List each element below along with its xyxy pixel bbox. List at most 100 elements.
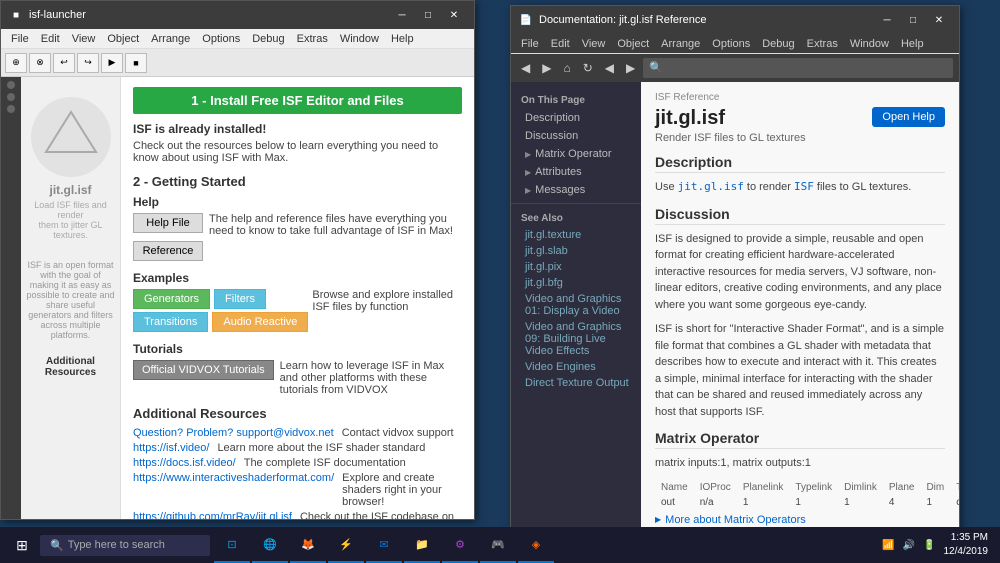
audio-reactive-button[interactable]: Audio Reactive	[212, 312, 308, 332]
doc-menu-edit[interactable]: Edit	[545, 36, 576, 52]
official-tutorials-button[interactable]: Official VIDVOX Tutorials	[133, 360, 274, 380]
doc-menu-debug[interactable]: Debug	[756, 36, 800, 52]
sidebar-discussion[interactable]: Discussion	[511, 127, 641, 145]
menu-arrange[interactable]: Arrange	[145, 31, 196, 47]
link-isf-format[interactable]: https://www.interactiveshaderformat.com/	[133, 472, 334, 508]
see-also-label: See Also	[511, 210, 641, 227]
see-also-jit-gl-slab[interactable]: jit.gl.slab	[511, 243, 641, 259]
see-also-video-graphics-09[interactable]: Video and Graphics 09: Building Live Vid…	[511, 319, 641, 359]
doc-refresh-button[interactable]: ↻	[579, 61, 597, 75]
taskbar-app-browser[interactable]: 🌐	[252, 527, 288, 563]
generators-button[interactable]: Generators	[133, 289, 210, 309]
doc-menu-extras[interactable]: Extras	[801, 36, 844, 52]
more-about-matrix-link[interactable]: More about Matrix Operators	[655, 514, 945, 526]
taskbar-date: 12/4/2019	[944, 545, 989, 559]
doc-home-button[interactable]: ⌂	[559, 61, 574, 75]
doc-toolbar: ◀ ▶ ⌂ ↻ ◀ ▶	[511, 54, 959, 82]
filters-button[interactable]: Filters	[214, 289, 266, 309]
doc-titlebar: 📄 Documentation: jit.gl.isf Reference ─ …	[511, 6, 959, 34]
cell-planelink: 1	[737, 495, 790, 510]
taskbar-app-bookmark[interactable]: ⚙	[442, 527, 478, 563]
doc-menu-help[interactable]: Help	[895, 36, 930, 52]
doc-close-button[interactable]: ✕	[927, 10, 951, 30]
link-github[interactable]: https://github.com/mrRay/jit.gl.isf	[133, 511, 292, 519]
doc-menu-object[interactable]: Object	[611, 36, 655, 52]
search-icon: 🔍	[50, 539, 64, 552]
taskbar-app-firefox[interactable]: 🦊	[290, 527, 326, 563]
taskbar-app-explorer[interactable]: ⊡	[214, 527, 250, 563]
additional-resources-section: Additional Resources Question? Problem? …	[133, 406, 462, 519]
menu-object[interactable]: Object	[101, 31, 145, 47]
help-file-button[interactable]: Help File	[133, 213, 203, 233]
doc-forward-button[interactable]: ▶	[538, 61, 555, 75]
taskbar-app-bolt[interactable]: ⚡	[328, 527, 364, 563]
taskbar-app-game[interactable]: 🎮	[480, 527, 516, 563]
menu-options[interactable]: Options	[196, 31, 246, 47]
reference-button[interactable]: Reference	[133, 241, 203, 261]
close-button[interactable]: ✕	[442, 5, 466, 25]
toolbar-btn-3[interactable]: ↩	[53, 53, 75, 73]
sidebar-matrix[interactable]: Matrix Operator	[511, 145, 641, 163]
minimize-button[interactable]: ─	[390, 5, 414, 25]
taskbar-app-folder[interactable]: 📁	[404, 527, 440, 563]
link-support[interactable]: Question? Problem? support@vidvox.net	[133, 427, 334, 439]
isf-logo-svg	[41, 107, 101, 167]
installed-text: ISF is already installed!	[133, 122, 462, 136]
link-docs[interactable]: https://docs.isf.video/	[133, 457, 236, 469]
doc-search-input[interactable]	[643, 58, 953, 78]
toolbar-btn-6[interactable]: ■	[125, 53, 147, 73]
menu-edit[interactable]: Edit	[35, 31, 66, 47]
see-also-video-graphics-01[interactable]: Video and Graphics 01: Display a Video	[511, 291, 641, 319]
taskbar-search[interactable]: 🔍 Type here to search	[40, 535, 210, 556]
taskbar-app-extra[interactable]: ◈	[518, 527, 554, 563]
isf-window-controls: ─ □ ✕	[390, 5, 466, 25]
doc-maximize-button[interactable]: □	[901, 10, 925, 30]
sidebar-messages[interactable]: Messages	[511, 181, 641, 199]
desktop: ■ isf-launcher ─ □ ✕ File Edit View Obje…	[0, 0, 1000, 563]
menu-extras[interactable]: Extras	[291, 31, 334, 47]
menu-view[interactable]: View	[66, 31, 102, 47]
taskbar-app-mail[interactable]: ✉	[366, 527, 402, 563]
cell-name: out	[655, 495, 694, 510]
documentation-window: 📄 Documentation: jit.gl.isf Reference ─ …	[510, 5, 960, 535]
getting-started-header: 2 - Getting Started	[133, 174, 462, 189]
reference-row: Reference	[133, 241, 462, 261]
sidebar-attributes[interactable]: Attributes	[511, 163, 641, 181]
doc-nav-back[interactable]: ◀	[601, 61, 618, 75]
link-isfvideo[interactable]: https://isf.video/	[133, 442, 209, 454]
col-plane: Plane	[883, 480, 921, 495]
isf-menubar: File Edit View Object Arrange Options De…	[1, 29, 474, 49]
open-help-button[interactable]: Open Help	[872, 107, 945, 127]
maximize-button[interactable]: □	[416, 5, 440, 25]
see-also-video-engines[interactable]: Video Engines	[511, 359, 641, 375]
matrix-table-row: out n/a 1 1 1 4 1 char	[655, 495, 959, 510]
menu-help[interactable]: Help	[385, 31, 420, 47]
sidebar-dot-2	[7, 93, 15, 101]
see-also-direct-texture[interactable]: Direct Texture Output	[511, 375, 641, 391]
doc-back-button[interactable]: ◀	[517, 61, 534, 75]
see-also-jit-gl-texture[interactable]: jit.gl.texture	[511, 227, 641, 243]
doc-menu-view[interactable]: View	[576, 36, 612, 52]
start-button[interactable]: ⊞	[4, 527, 40, 563]
isf-window-title: isf-launcher	[29, 9, 390, 21]
see-also-jit-gl-bfg[interactable]: jit.gl.bfg	[511, 275, 641, 291]
doc-menu-file[interactable]: File	[515, 36, 545, 52]
doc-nav-forward[interactable]: ▶	[622, 61, 639, 75]
toolbar-btn-5[interactable]: ▶	[101, 53, 123, 73]
toolbar-btn-4[interactable]: ↪	[77, 53, 99, 73]
menu-file[interactable]: File	[5, 31, 35, 47]
doc-menu-window[interactable]: Window	[844, 36, 895, 52]
menu-debug[interactable]: Debug	[246, 31, 290, 47]
see-also-jit-gl-pix[interactable]: jit.gl.pix	[511, 259, 641, 275]
toolbar-btn-1[interactable]: ⊕	[5, 53, 27, 73]
doc-minimize-button[interactable]: ─	[875, 10, 899, 30]
transitions-button[interactable]: Transitions	[133, 312, 208, 332]
installed-sub: Check out the resources below to learn e…	[133, 140, 462, 164]
doc-menu-options[interactable]: Options	[706, 36, 756, 52]
menu-window[interactable]: Window	[334, 31, 385, 47]
sidebar-description[interactable]: Description	[511, 109, 641, 127]
isf-sidebar	[1, 77, 21, 519]
toolbar-btn-2[interactable]: ⊗	[29, 53, 51, 73]
doc-menu-arrange[interactable]: Arrange	[655, 36, 706, 52]
taskbar-sound-icon: 🔊	[903, 540, 915, 551]
